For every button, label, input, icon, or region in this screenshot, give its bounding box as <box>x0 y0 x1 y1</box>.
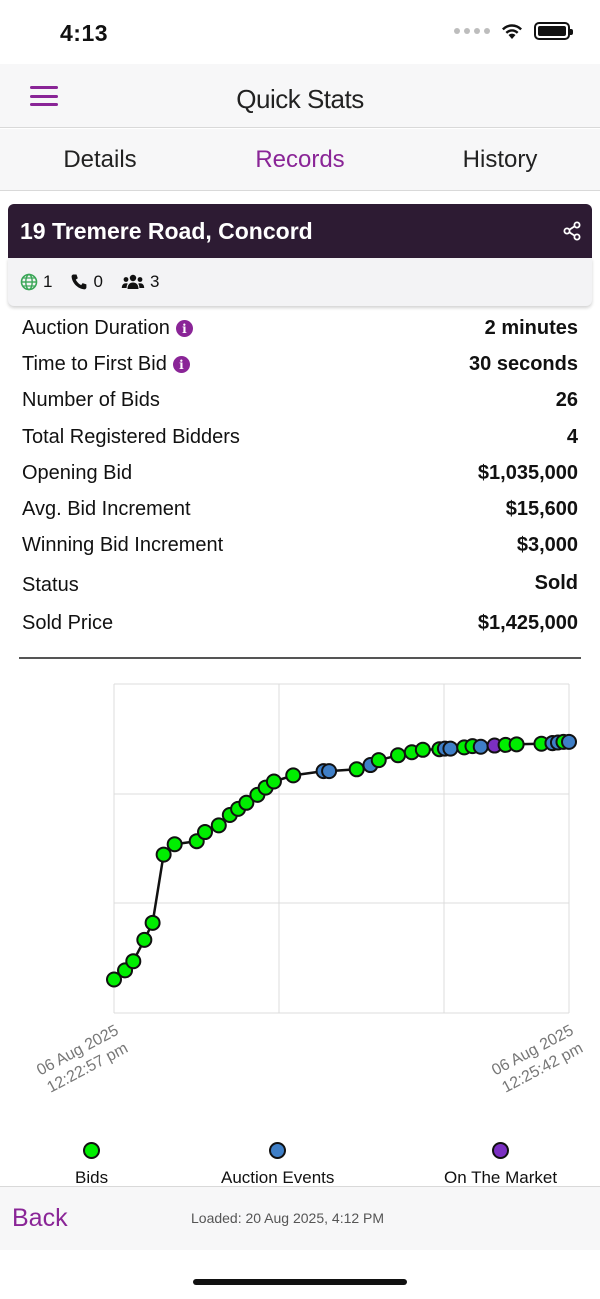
bids-point <box>166 836 183 853</box>
x-tick-label: 06 Aug 202512:25:42 pm <box>489 1022 586 1096</box>
info-icon[interactable]: i <box>172 356 190 373</box>
legend-bids-marker <box>83 1142 101 1159</box>
status-time: 4:13 <box>60 20 109 46</box>
bids-point <box>136 931 153 948</box>
bids-point <box>390 747 407 764</box>
wifi-icon <box>502 24 522 39</box>
nav-bar: Quick Stats <box>0 64 600 128</box>
stat-label: Opening Bid <box>22 462 133 484</box>
stat-label: Winning Bid Increment <box>22 534 224 556</box>
signal-icon <box>454 28 490 34</box>
bid-chart-svg: 06 Aug 202512:22:57 pm 06 Aug 202512:25:4… <box>34 683 586 1097</box>
registered-bidders: 3 <box>121 272 159 292</box>
bids-point <box>265 773 282 790</box>
auction-events-point <box>472 738 489 755</box>
stat-row-sold-price: Sold Price $1,425,000 <box>22 612 578 635</box>
stat-label: Number of Bids <box>22 389 160 411</box>
tab-details[interactable]: Details <box>0 129 200 190</box>
stat-row-time-to-first-bid: Time to First Bid i 30 seconds <box>22 353 578 376</box>
legend-bids[interactable]: Bids <box>75 1142 108 1188</box>
legend-on-the-market-marker <box>492 1142 510 1159</box>
status-icons <box>454 22 573 40</box>
bids-point <box>125 953 142 970</box>
legend-on-the-market[interactable]: On The Market <box>444 1142 557 1188</box>
people-count: 3 <box>149 272 160 291</box>
property-address: 19 Tremere Road, Concord <box>20 218 313 244</box>
phone-icon <box>72 274 87 290</box>
footer-bar: Back Loaded: 20 Aug 2025, 4:12 PM <box>0 1186 600 1250</box>
phone-count: 0 <box>93 272 103 291</box>
bids-point <box>144 914 161 931</box>
stat-row-status: Status Sold <box>22 571 578 597</box>
auction-events-point <box>321 763 338 780</box>
stat-value: $15,600 <box>505 498 578 520</box>
divider <box>19 657 581 659</box>
tab-records[interactable]: Records <box>200 129 400 190</box>
users-icon <box>121 274 145 289</box>
stat-row-number-of-bids: Number of Bids 26 <box>22 389 578 412</box>
legend-label: Bids <box>75 1168 109 1187</box>
stat-value: 26 <box>555 389 578 411</box>
legend-auction-events[interactable]: Auction Events <box>221 1142 334 1188</box>
stat-label: Status <box>22 574 79 596</box>
stat-label: Total Registered Bidders <box>22 426 240 448</box>
back-button[interactable]: Back <box>12 1204 68 1233</box>
globe-icon <box>20 273 38 291</box>
bid-history-line <box>113 740 569 981</box>
stat-row-registered-bidders: Total Registered Bidders 4 <box>22 426 578 449</box>
stat-value: Sold <box>534 571 578 594</box>
bidder-counts: 1 0 3 <box>8 258 592 306</box>
bids-point <box>370 752 387 769</box>
loaded-timestamp: Loaded: 20 Aug 2025, 4:12 PM <box>191 1210 385 1226</box>
online-bidders: 1 <box>20 272 52 292</box>
auction-events-point <box>561 733 577 750</box>
bids-point <box>414 741 431 758</box>
bids-point <box>508 736 525 753</box>
stat-value: 4 <box>566 426 578 448</box>
phone-bidders: 0 <box>70 272 103 292</box>
auction-events-point <box>442 740 459 757</box>
status-bar: 4:13 <box>0 0 600 64</box>
property-card-header: 19 Tremere Road, Concord <box>8 204 592 258</box>
bids-point <box>348 761 365 778</box>
tab-bar: Details Records History <box>0 129 600 191</box>
stat-value: 2 minutes <box>484 317 578 339</box>
stat-row-winning-bid-increment: Winning Bid Increment $3,000 <box>22 534 578 557</box>
tab-history[interactable]: History <box>400 129 600 190</box>
info-icon[interactable]: i <box>175 320 193 337</box>
page-title: Quick Stats <box>236 84 364 114</box>
share-icon[interactable] <box>562 221 582 241</box>
bids-point <box>285 767 302 784</box>
bids-point <box>197 824 213 841</box>
home-indicator <box>193 1279 407 1285</box>
stat-row-avg-bid-increment: Avg. Bid Increment $15,600 <box>22 498 578 521</box>
bids-point <box>210 817 227 834</box>
stat-label: Auction Duration <box>22 317 170 339</box>
stat-value: $1,035,000 <box>477 462 578 484</box>
stat-value: $1,425,000 <box>477 612 578 634</box>
legend-label: On The Market <box>444 1168 558 1187</box>
stat-value: 30 seconds <box>469 353 578 375</box>
bid-history-chart: 06 Aug 2025 12:22:57 pm 06 Aug 2025 12:25:4… <box>0 665 600 1185</box>
x-tick-label: 06 Aug 202512:22:57 pm <box>34 1022 131 1096</box>
legend-auction-events-marker <box>269 1142 287 1159</box>
online-count: 1 <box>43 272 53 291</box>
bids-point <box>155 846 172 863</box>
stat-label: Sold Price <box>22 612 114 634</box>
stat-row-opening-bid: Opening Bid $1,035,000 <box>22 462 578 485</box>
stat-label: Time to First Bid <box>22 353 167 375</box>
legend-label: Auction Events <box>221 1168 335 1187</box>
stat-label: Avg. Bid Increment <box>22 498 191 520</box>
battery-icon <box>534 22 573 40</box>
stat-value: $3,000 <box>516 534 578 556</box>
stat-row-auction-duration: Auction Duration i 2 minutes <box>22 317 578 340</box>
